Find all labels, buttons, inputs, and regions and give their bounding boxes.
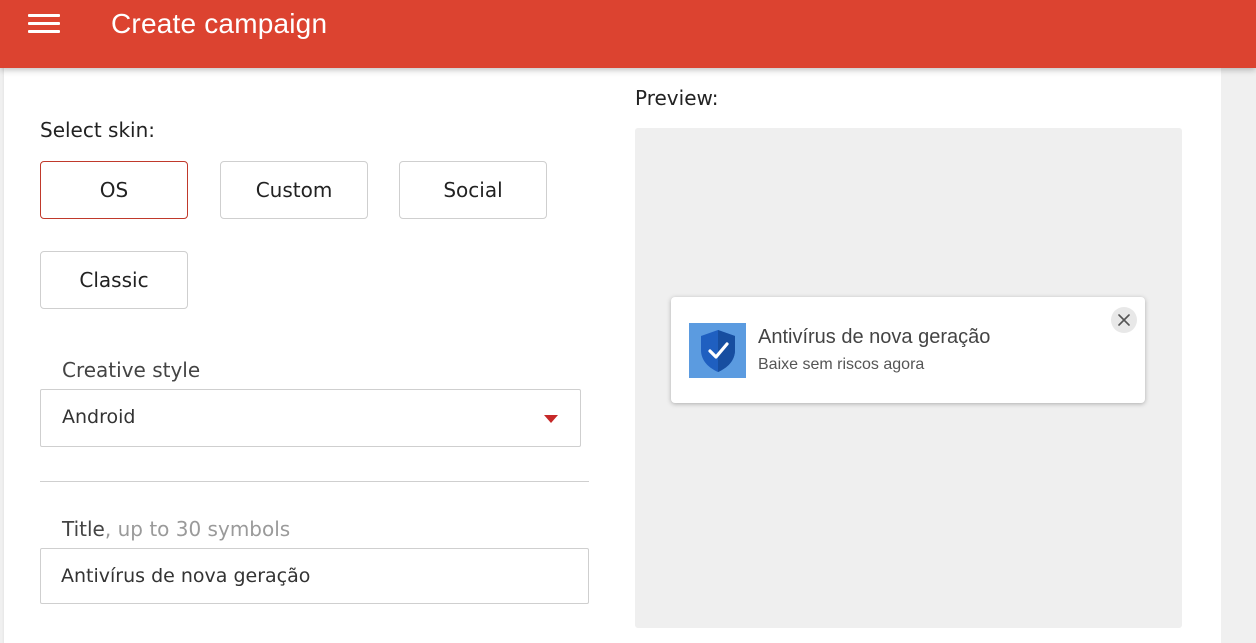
close-icon[interactable] bbox=[1111, 307, 1137, 333]
notification-preview: Antivírus de nova geração Baixe sem risc… bbox=[671, 297, 1145, 403]
title-label-hint: , up to 30 symbols bbox=[104, 517, 291, 541]
skin-option-custom[interactable]: Custom bbox=[220, 161, 368, 219]
chevron-down-icon bbox=[544, 415, 558, 423]
shield-check-icon bbox=[700, 329, 735, 372]
hamburger-menu-icon[interactable] bbox=[28, 14, 60, 36]
skin-option-social[interactable]: Social bbox=[399, 161, 547, 219]
skin-option-classic[interactable]: Classic bbox=[40, 251, 188, 309]
notification-image bbox=[689, 323, 746, 378]
creative-style-label: Creative style bbox=[62, 358, 201, 382]
title-field-label: Title, up to 30 symbols bbox=[62, 517, 290, 541]
notification-body: Baixe sem riscos agora bbox=[758, 356, 925, 373]
title-label-text: Title bbox=[62, 517, 105, 541]
app-header: Create campaign bbox=[0, 0, 1256, 68]
preview-label: Preview: bbox=[635, 86, 719, 110]
scrollbar-track[interactable] bbox=[1221, 68, 1256, 643]
skin-option-os[interactable]: OS bbox=[40, 161, 188, 219]
title-input[interactable] bbox=[40, 548, 589, 604]
creative-style-dropdown[interactable]: Android bbox=[40, 389, 581, 447]
creative-style-value: Android bbox=[62, 406, 136, 428]
page-title: Create campaign bbox=[111, 8, 328, 39]
section-divider bbox=[40, 481, 589, 482]
select-skin-label: Select skin: bbox=[40, 118, 156, 142]
notification-title: Antivírus de nova geração bbox=[758, 326, 991, 348]
